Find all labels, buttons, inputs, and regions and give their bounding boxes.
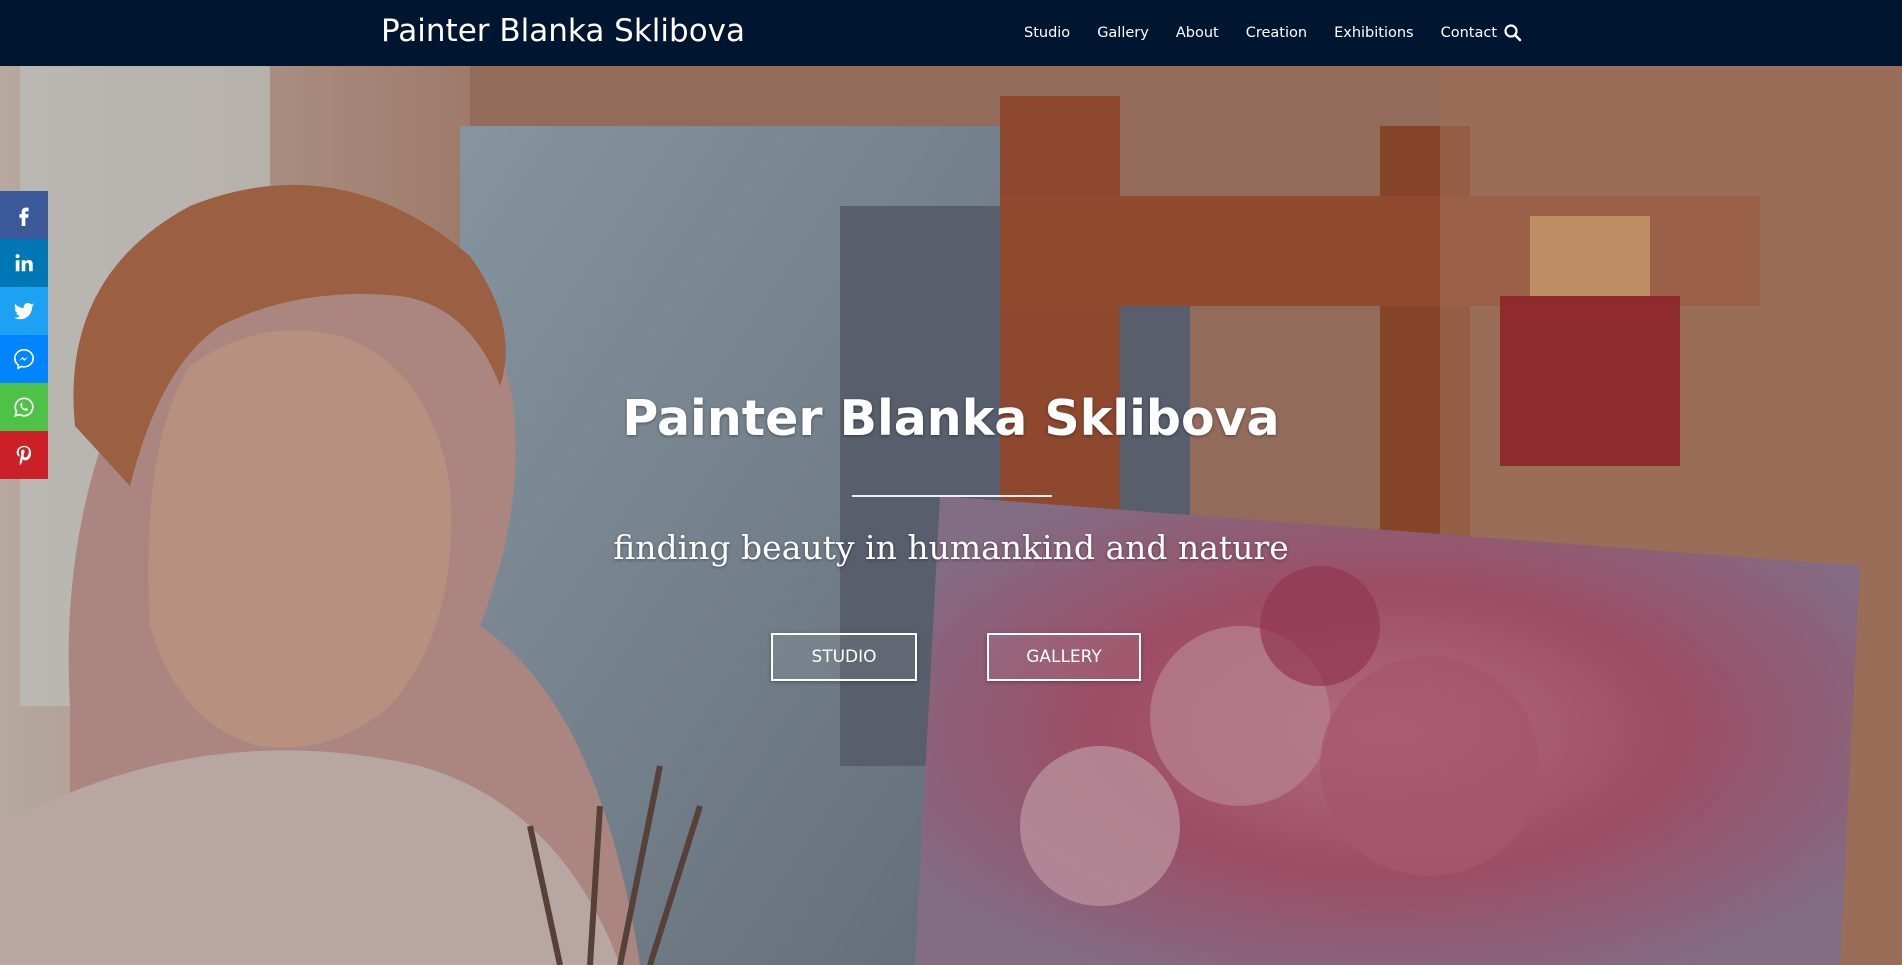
site-header: Painter Blanka Sklibova Studio Gallery A…	[0, 0, 1902, 66]
social-share-bar	[0, 191, 48, 479]
nav-item-about[interactable]: About	[1176, 25, 1219, 41]
nav-item-creation[interactable]: Creation	[1246, 25, 1307, 41]
whatsapp-icon[interactable]	[0, 383, 48, 431]
facebook-icon[interactable]	[0, 191, 48, 239]
pinterest-icon[interactable]	[0, 431, 48, 479]
nav-item-exhibitions[interactable]: Exhibitions	[1334, 25, 1414, 41]
search-icon[interactable]	[1503, 23, 1523, 43]
hero-overlay	[0, 66, 1902, 965]
site-title-link[interactable]: Painter Blanka Sklibova	[381, 13, 745, 49]
main-nav: Studio Gallery About Creation Exhibition…	[1024, 0, 1524, 66]
hero-section: Painter Blanka Sklibova finding beauty i…	[0, 66, 1902, 965]
linkedin-icon[interactable]	[0, 239, 48, 287]
hero-title: Painter Blanka Sklibova	[622, 390, 1280, 447]
messenger-icon[interactable]	[0, 335, 48, 383]
nav-item-gallery[interactable]: Gallery	[1097, 25, 1149, 41]
nav-item-studio[interactable]: Studio	[1024, 25, 1070, 41]
gallery-button[interactable]: GALLERY	[987, 633, 1141, 681]
studio-button[interactable]: STUDIO	[771, 633, 917, 681]
nav-item-contact[interactable]: Contact	[1441, 25, 1497, 41]
hero-tagline: finding beauty in humankind and nature	[613, 528, 1289, 567]
hero-divider	[852, 495, 1052, 497]
twitter-icon[interactable]	[0, 287, 48, 335]
